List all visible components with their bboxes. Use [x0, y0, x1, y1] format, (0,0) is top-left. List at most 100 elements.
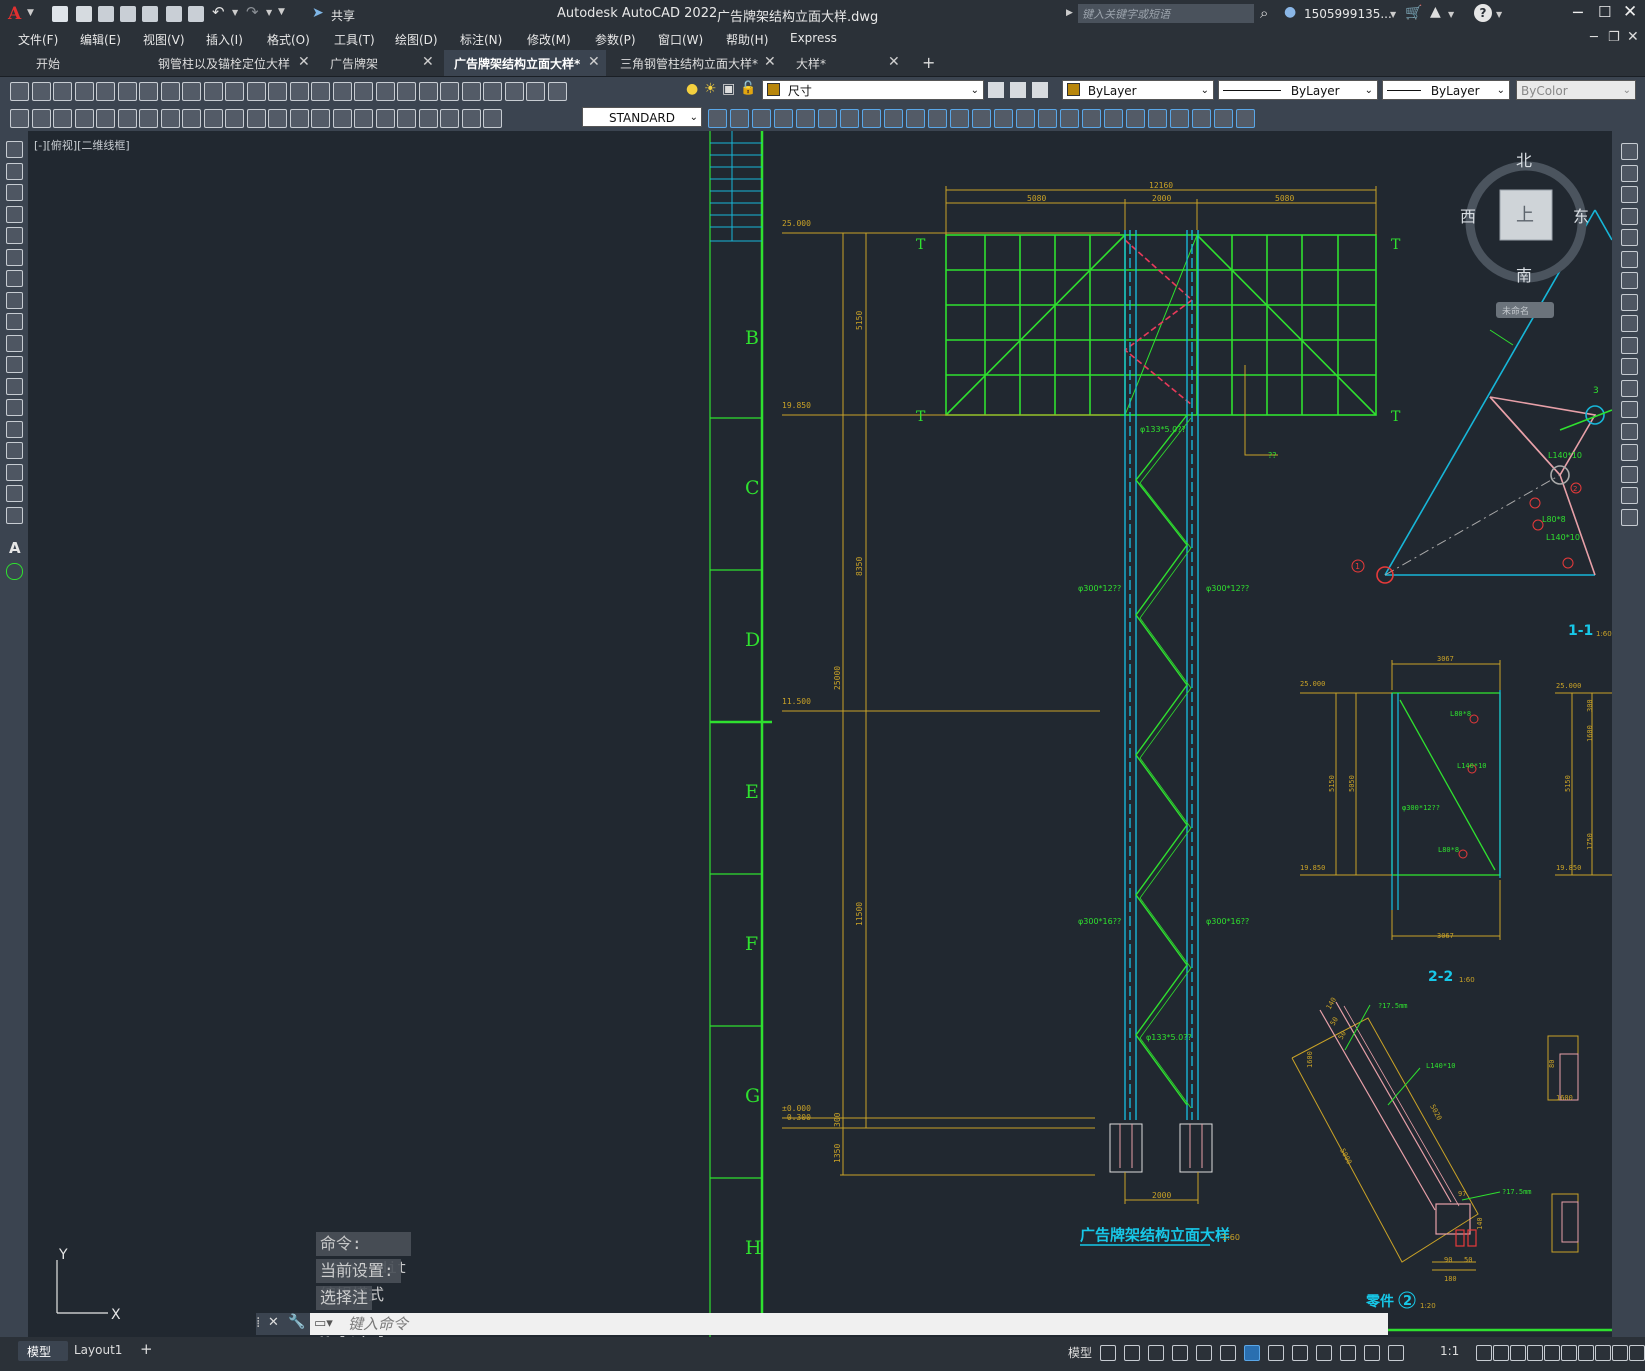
workspace-gear-icon[interactable] [1493, 1345, 1509, 1361]
break-icon[interactable] [1621, 401, 1638, 418]
hatch-icon[interactable] [6, 442, 23, 459]
app-logo[interactable]: A [8, 4, 21, 24]
layer-on-icon[interactable]: ● [686, 81, 698, 97]
spline-icon[interactable] [6, 313, 23, 330]
sheetset-icon[interactable] [461, 82, 481, 101]
jogged-dim-icon[interactable] [182, 109, 201, 128]
mirror-icon[interactable] [1621, 186, 1638, 203]
annotation-scale[interactable]: 1:1 [1440, 1344, 1459, 1358]
new-file-icon[interactable] [52, 6, 68, 22]
user-name[interactable]: 1505999135... [1304, 7, 1392, 21]
revision-cloud-icon[interactable] [6, 291, 23, 309]
selection-cycling-icon[interactable] [1364, 1345, 1380, 1361]
undo-dropdown-icon[interactable]: ▼ [232, 8, 238, 17]
rotate-icon[interactable] [1621, 272, 1638, 289]
move-icon[interactable] [1621, 250, 1638, 268]
3dprint-icon[interactable] [139, 82, 158, 101]
dynamic-ucs-icon[interactable] [1292, 1345, 1308, 1361]
line-icon[interactable] [6, 141, 23, 158]
plot-icon[interactable] [74, 82, 94, 101]
revolve-icon[interactable] [950, 109, 969, 128]
zoom-previous-icon[interactable] [375, 82, 395, 101]
doc-restore-icon[interactable]: ❐ [1608, 30, 1620, 45]
undo-icon[interactable] [268, 82, 287, 101]
tab-detail[interactable]: 大样* ✕ [784, 50, 904, 76]
table-icon[interactable] [6, 506, 23, 524]
doc-minimize-icon[interactable]: ─ [1590, 30, 1598, 45]
baseline-dim-icon[interactable] [268, 109, 287, 128]
add-selected-icon[interactable] [6, 563, 23, 580]
tolerance-icon[interactable] [354, 109, 373, 128]
ellipse-arc-icon[interactable] [6, 356, 23, 373]
quick-properties-icon[interactable] [1544, 1345, 1560, 1361]
extend-icon[interactable] [1621, 358, 1638, 375]
slice-icon[interactable] [1126, 109, 1145, 128]
hardware-accel-icon[interactable] [1595, 1345, 1611, 1361]
open-file-icon[interactable] [76, 6, 92, 22]
menu-format[interactable]: 格式(O) [267, 31, 310, 48]
designcenter-icon[interactable] [418, 82, 438, 101]
tab-model[interactable]: 模型 [18, 1341, 68, 1361]
lineweight-icon[interactable] [1316, 1345, 1332, 1361]
transparency-icon[interactable] [1340, 1345, 1356, 1361]
lineweight-dropdown[interactable]: ByLayer ⌄ [1382, 80, 1510, 100]
break-dim-icon[interactable] [332, 109, 352, 128]
polygon-icon[interactable] [6, 205, 23, 223]
radius-dim-icon[interactable] [160, 109, 180, 128]
redo-icon[interactable] [289, 82, 309, 101]
jogged-linear-icon[interactable] [418, 109, 438, 128]
help-dropdown-icon[interactable]: ▼ [1496, 10, 1502, 19]
publish-icon[interactable] [117, 82, 137, 101]
zoom-realtime-icon[interactable] [332, 82, 352, 101]
interfere-icon[interactable] [1148, 109, 1167, 128]
quick-dim-icon[interactable] [246, 109, 266, 128]
intersect-icon[interactable] [1082, 109, 1101, 128]
cut-icon[interactable] [160, 82, 180, 101]
tab-triangle-column[interactable]: 三角钢管柱结构立面大样* ✕ [608, 50, 782, 76]
join-icon[interactable] [1621, 422, 1638, 440]
array-icon[interactable] [1621, 229, 1638, 246]
osnap-3d-icon[interactable] [1268, 1345, 1284, 1361]
preview-icon[interactable] [96, 82, 115, 101]
infer-icon[interactable] [1148, 1345, 1164, 1361]
3dorbit-icon[interactable] [31, 109, 51, 128]
point-icon[interactable] [774, 109, 793, 128]
layer-dropdown[interactable]: 尺寸 ⌄ [762, 80, 984, 100]
clean-screen-icon[interactable] [1612, 1345, 1628, 1361]
tab-close-icon[interactable]: ✕ [422, 54, 434, 70]
region-icon[interactable] [6, 485, 23, 502]
gradient-icon[interactable] [6, 463, 23, 481]
save-icon[interactable] [98, 6, 114, 22]
thicken-icon[interactable] [1214, 109, 1233, 128]
space-dim-icon[interactable] [311, 109, 330, 128]
lock-ui-icon[interactable] [1561, 1345, 1577, 1361]
add-layout-icon[interactable]: + [140, 1340, 153, 1358]
flatshot-icon[interactable] [1192, 109, 1211, 128]
close-icon[interactable]: ✕ [1623, 2, 1637, 22]
tab-billboard-frame[interactable]: 广告牌架 ✕ [316, 50, 442, 76]
maximize-icon[interactable]: ☐ [1598, 3, 1611, 21]
break-at-point-icon[interactable] [1621, 379, 1638, 397]
app-menu-arrow-icon[interactable]: ▼ [27, 8, 34, 18]
polar-icon[interactable] [1196, 1345, 1212, 1361]
tab-layout1[interactable]: Layout1 [74, 1343, 122, 1357]
blockeditor-icon[interactable] [246, 82, 266, 101]
angular-dim-icon[interactable] [225, 109, 244, 128]
tab-close-icon[interactable]: ✕ [888, 54, 900, 70]
make-block-icon[interactable] [752, 109, 771, 128]
new-view-icon[interactable] [10, 109, 29, 128]
dim-edit-icon[interactable] [440, 109, 459, 128]
menu-dimension[interactable]: 标注(N) [460, 31, 502, 48]
share-icon[interactable]: ➤ [312, 5, 324, 21]
isodraft-icon[interactable] [1220, 1345, 1236, 1361]
circle-icon[interactable] [6, 270, 23, 287]
cart-icon[interactable]: 🛒 [1405, 5, 1422, 21]
customize-icon[interactable] [1629, 1345, 1645, 1361]
new-tab-icon[interactable]: + [922, 53, 935, 72]
text-style-dropdown[interactable]: STANDARD ⌄ [582, 107, 702, 127]
autodesk-dropdown-icon[interactable]: ▼ [1448, 10, 1454, 19]
sweep-icon[interactable] [994, 109, 1013, 128]
save-icon[interactable] [53, 82, 72, 101]
tab-close-icon[interactable]: ✕ [298, 54, 310, 70]
layer-viewport-icon[interactable]: ▣ [722, 81, 735, 97]
